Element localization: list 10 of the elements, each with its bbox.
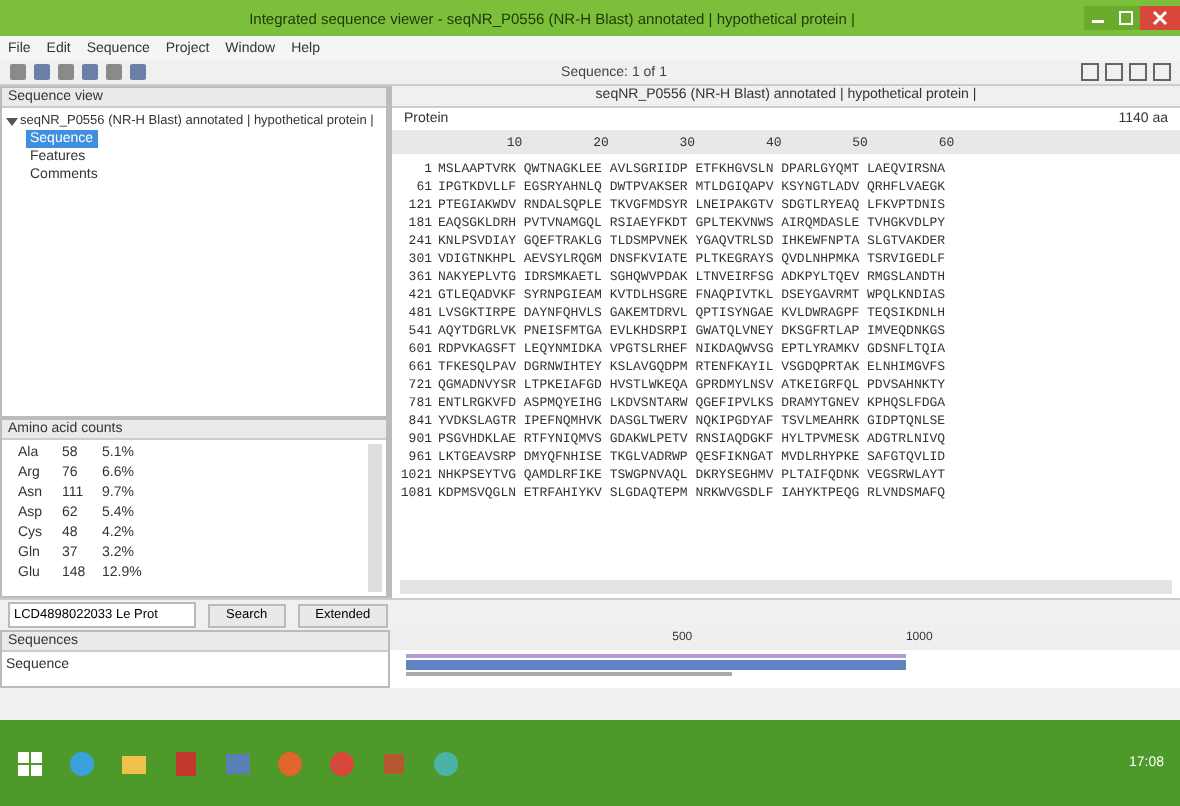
close-icon — [1152, 10, 1168, 26]
collapse-icon[interactable] — [6, 115, 18, 127]
scrollbar[interactable] — [400, 580, 1172, 594]
maximize-icon — [1118, 10, 1134, 26]
windows-logo-icon[interactable] — [16, 749, 44, 777]
app-icon[interactable] — [172, 749, 200, 777]
close-button[interactable] — [1140, 6, 1180, 30]
scrollbar[interactable] — [368, 444, 382, 592]
maximize-button[interactable] — [1112, 6, 1140, 30]
minimize-button[interactable] — [1084, 6, 1112, 30]
